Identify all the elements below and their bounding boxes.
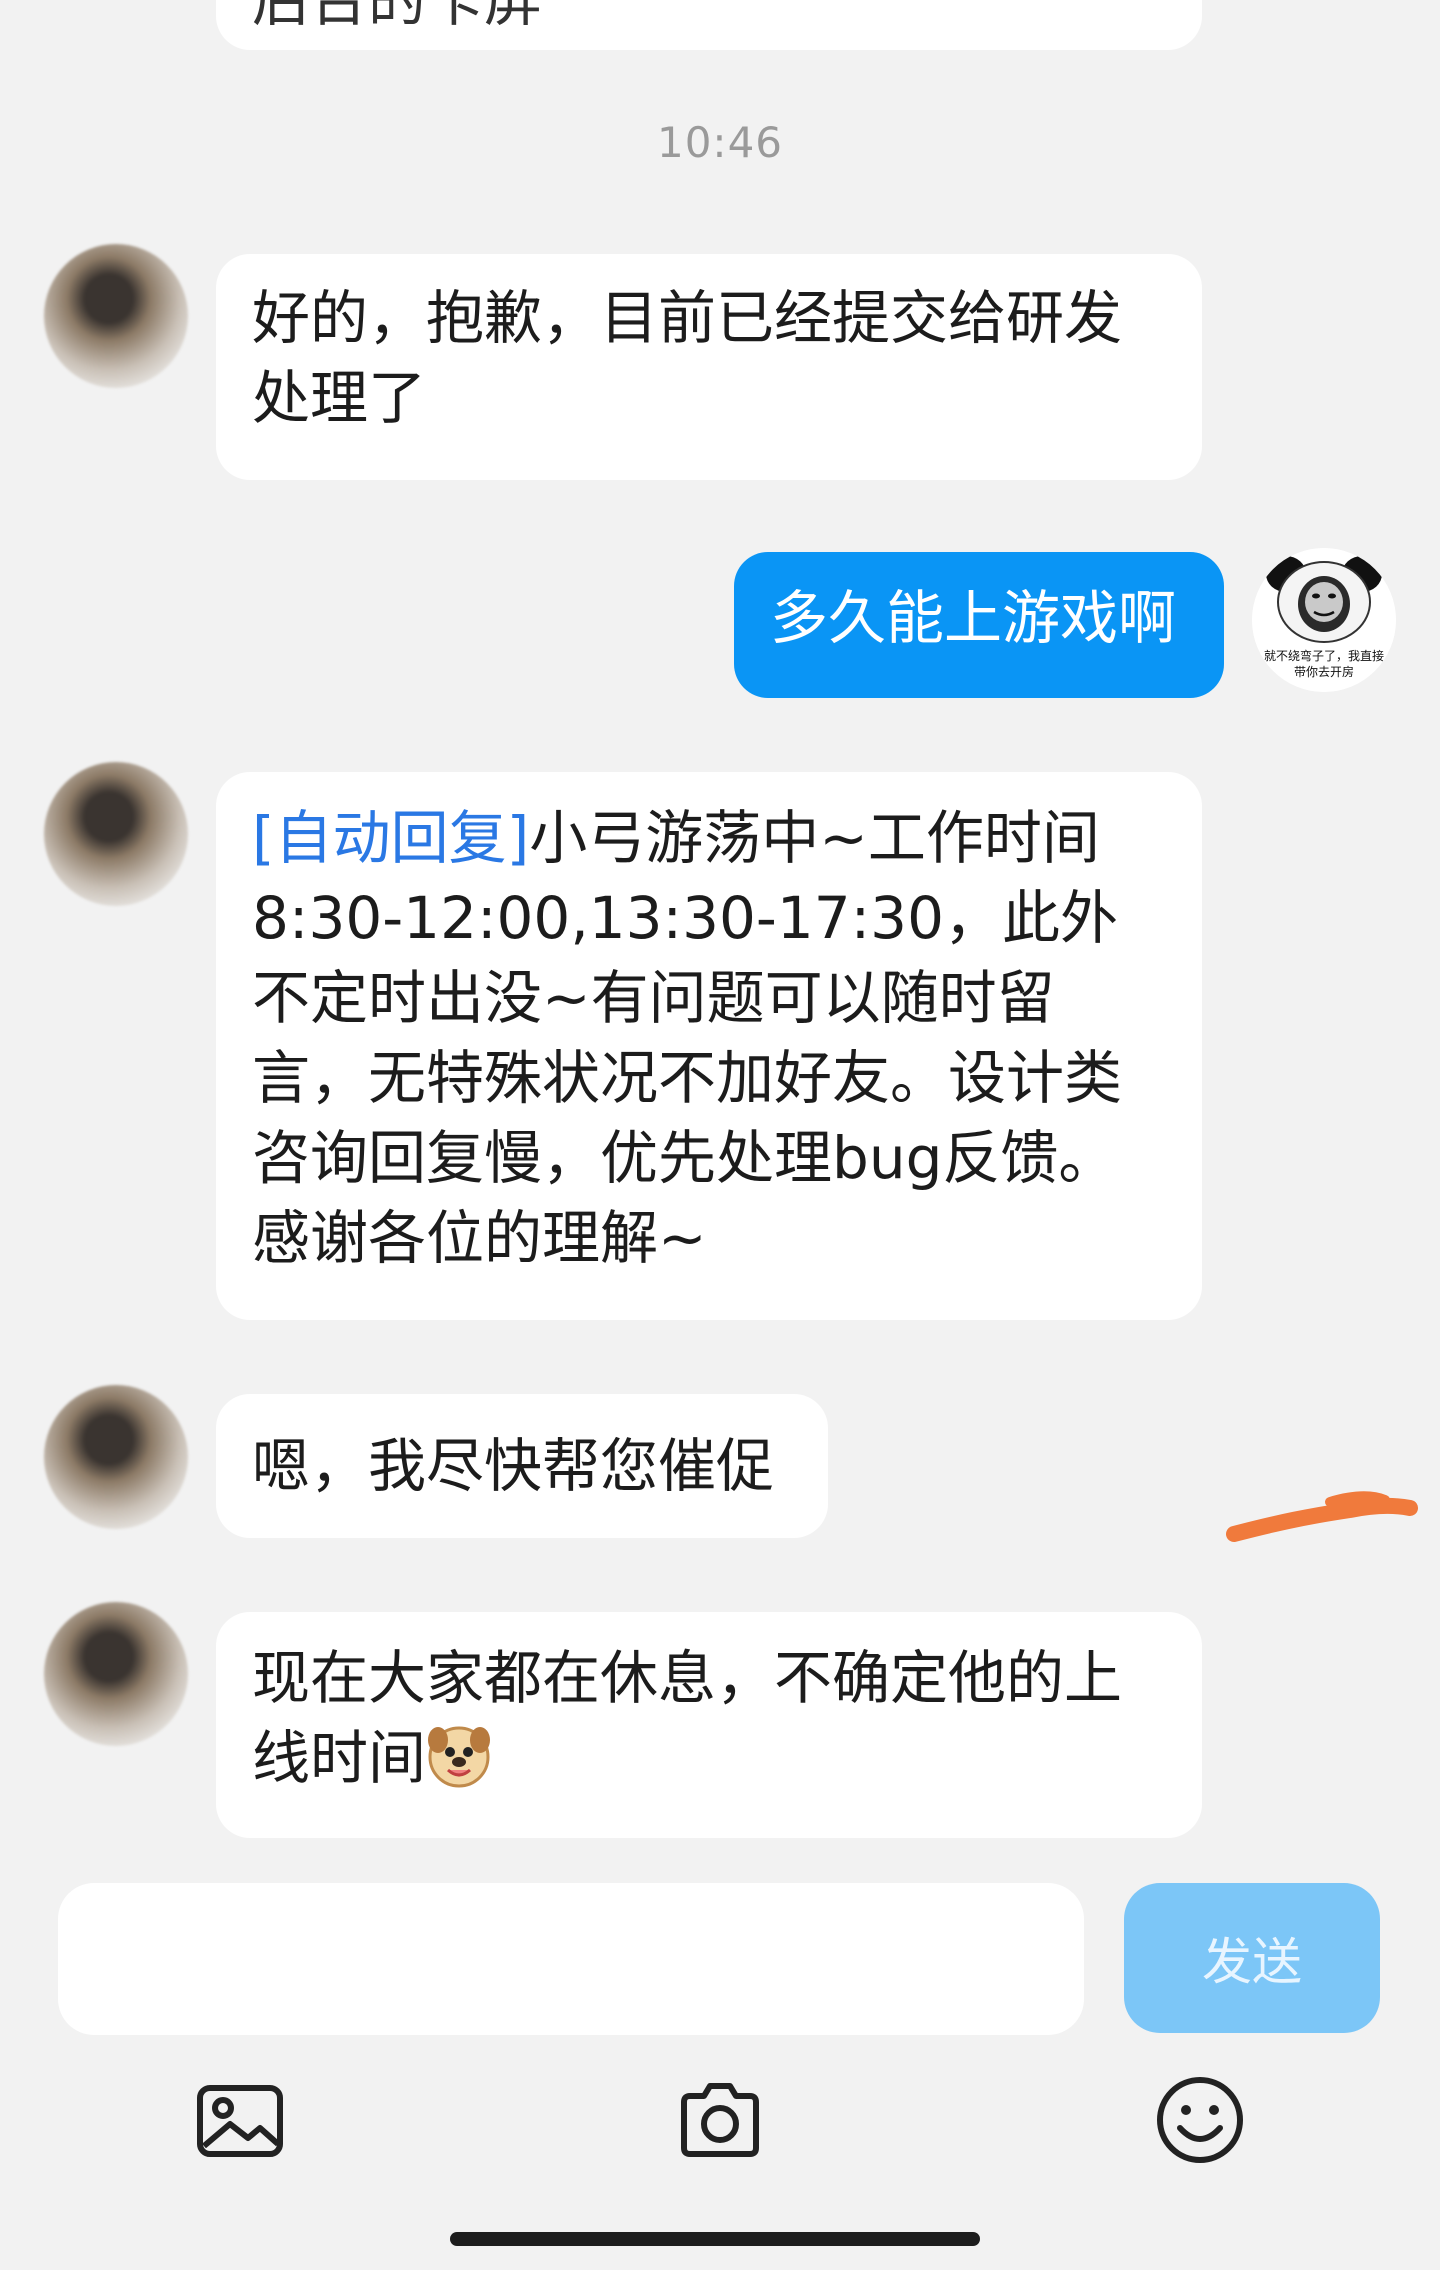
orange-stroke-mark <box>1226 1491 1418 1542</box>
avatar[interactable] <box>44 1602 188 1746</box>
message-bubble-partial: 后台的卡屏 <box>216 0 1202 50</box>
message-bubble-self[interactable]: 多久能上游戏啊 <box>734 552 1224 698</box>
message-text: 现在大家都在休息，不确定他的上线时间 <box>252 1644 1123 1792</box>
image-icon[interactable] <box>190 2070 290 2170</box>
emoji-icon[interactable] <box>1150 2070 1250 2170</box>
avatar[interactable] <box>44 762 188 906</box>
avatar[interactable] <box>44 244 188 388</box>
message-input[interactable] <box>58 1883 1084 2035</box>
message-text: 好的，抱歉，目前已经提交给研发处理了 <box>252 284 1123 432</box>
message-text: 多久能上游戏啊 <box>770 584 1177 652</box>
message-text: 小弓游荡中~工作时间8:30-12:00,13:30-17:30，此外不定时出没… <box>252 804 1123 1272</box>
message-bubble[interactable]: 嗯，我尽快帮您催促 <box>216 1394 828 1538</box>
message-bubble[interactable]: 现在大家都在休息，不确定他的上线时间 <box>216 1612 1202 1838</box>
home-indicator[interactable] <box>450 2232 980 2246</box>
auto-reply-tag: [自动回复] <box>252 804 530 872</box>
dog-emoji-icon <box>428 1726 491 1788</box>
send-button[interactable]: 发送 <box>1124 1883 1380 2033</box>
message-text: 嗯，我尽快帮您催促 <box>252 1432 775 1500</box>
message-bubble[interactable]: 好的，抱歉，目前已经提交给研发处理了 <box>216 254 1202 480</box>
avatar-self[interactable]: 就不绕弯子了，我直接带你去开房 <box>1252 548 1396 692</box>
avatar[interactable] <box>44 1385 188 1529</box>
message-text: 后台的卡屏 <box>252 0 543 34</box>
camera-icon[interactable] <box>670 2070 770 2170</box>
meme-caption: 就不绕弯子了，我直接带你去开房 <box>1263 649 1384 679</box>
message-bubble[interactable]: [自动回复]小弓游荡中~工作时间8:30-12:00,13:30-17:30，此… <box>216 772 1202 1320</box>
timestamp: 10:46 <box>656 118 784 167</box>
